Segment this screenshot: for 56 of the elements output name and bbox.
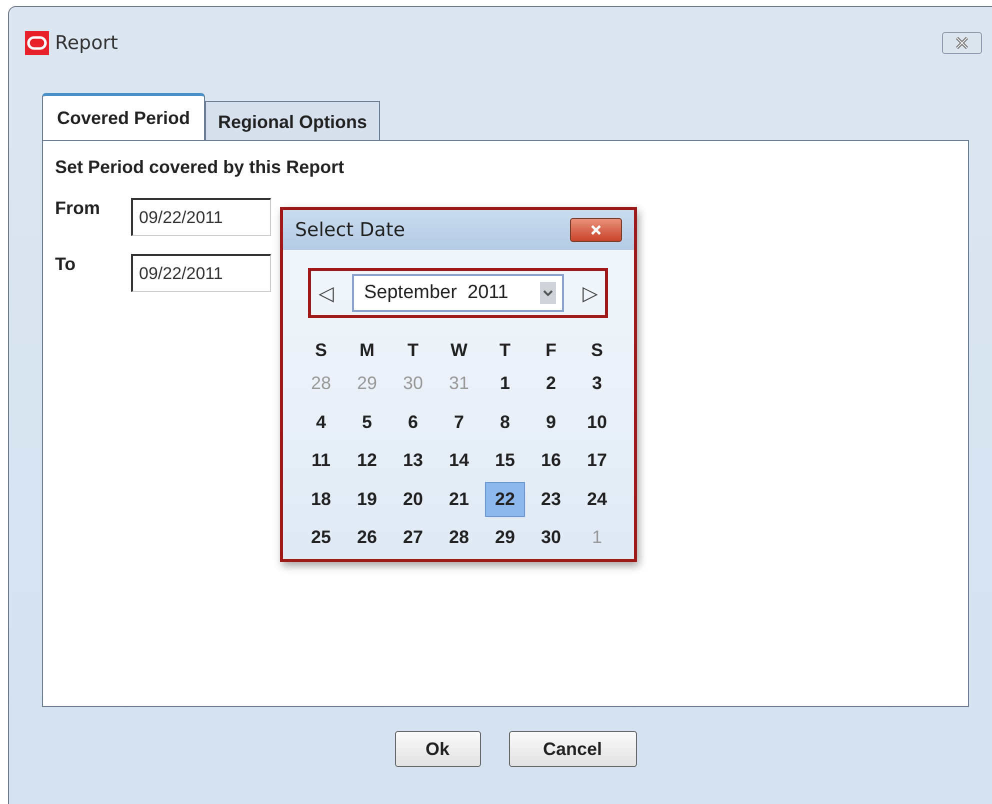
popup-title: Select Date: [295, 219, 406, 241]
previous-month-button[interactable]: ◁: [317, 280, 335, 306]
calendar-day[interactable]: 28: [439, 520, 479, 555]
calendar-day[interactable]: 16: [531, 444, 571, 478]
close-icon: [589, 225, 603, 235]
calendar-day[interactable]: 3: [577, 366, 617, 401]
weekday-label: S: [314, 339, 328, 362]
dialog-button[interactable]: Cancel: [508, 731, 636, 767]
calendar-day[interactable]: 9: [531, 405, 571, 440]
date-field[interactable]: 09/22/2011: [131, 198, 271, 236]
calendar-day[interactable]: 27: [393, 520, 433, 555]
next-month-button[interactable]: ▷: [581, 280, 599, 306]
calendar-day[interactable]: 29: [485, 520, 525, 555]
weekday-label: F: [544, 339, 558, 362]
close-button[interactable]: [570, 218, 622, 242]
calendar-day[interactable]: 26: [347, 520, 387, 555]
calendar-day[interactable]: 5: [347, 405, 387, 440]
weekday-label: M: [358, 339, 376, 362]
tab[interactable]: Covered Period: [42, 93, 206, 141]
tab[interactable]: Regional Options: [205, 101, 380, 141]
calendar-day[interactable]: 21: [439, 482, 479, 516]
calendar-day[interactable]: 25: [301, 520, 341, 555]
date-field[interactable]: 09/22/2011: [131, 254, 271, 292]
calendar-day[interactable]: 2: [531, 366, 571, 401]
calendar-day[interactable]: 24: [577, 482, 617, 516]
field-label: From: [55, 198, 101, 219]
calendar-day[interactable]: 19: [347, 482, 387, 516]
window-title: Report: [55, 32, 118, 54]
calendar-day[interactable]: 12: [347, 444, 387, 478]
calendar-day[interactable]: 23: [531, 482, 571, 516]
close-icon: [954, 37, 970, 49]
logo-icon: [25, 31, 49, 55]
weekday-label: W: [450, 339, 468, 362]
caret-icon: [540, 282, 556, 304]
calendar-day[interactable]: 30: [531, 520, 571, 555]
weekday-label: S: [590, 339, 604, 362]
month-dropdown[interactable]: September 2011: [352, 274, 564, 312]
calendar-day[interactable]: 14: [439, 444, 479, 478]
section-heading: Set Period covered by this Report: [55, 157, 346, 178]
calendar-day[interactable]: 15: [485, 444, 525, 478]
calendar-day[interactable]: 8: [485, 405, 525, 440]
calendar-day[interactable]: 22: [485, 482, 525, 516]
field-label: To: [55, 254, 77, 275]
calendar-day[interactable]: 17: [577, 444, 617, 478]
weekday-label: T: [498, 339, 512, 362]
dialog-button[interactable]: Ok: [394, 731, 480, 767]
calendar-day[interactable]: 1: [485, 366, 525, 401]
calendar-day[interactable]: 6: [393, 405, 433, 440]
calendar-day[interactable]: 11: [301, 444, 341, 478]
calendar-day[interactable]: 10: [577, 405, 617, 440]
calendar-day[interactable]: 7: [439, 405, 479, 440]
calendar-day[interactable]: 18: [301, 482, 341, 516]
weekday-label: T: [406, 339, 420, 362]
calendar-day[interactable]: 4: [301, 405, 341, 440]
calendar-day[interactable]: 20: [393, 482, 433, 516]
calendar-day[interactable]: 13: [393, 444, 433, 478]
